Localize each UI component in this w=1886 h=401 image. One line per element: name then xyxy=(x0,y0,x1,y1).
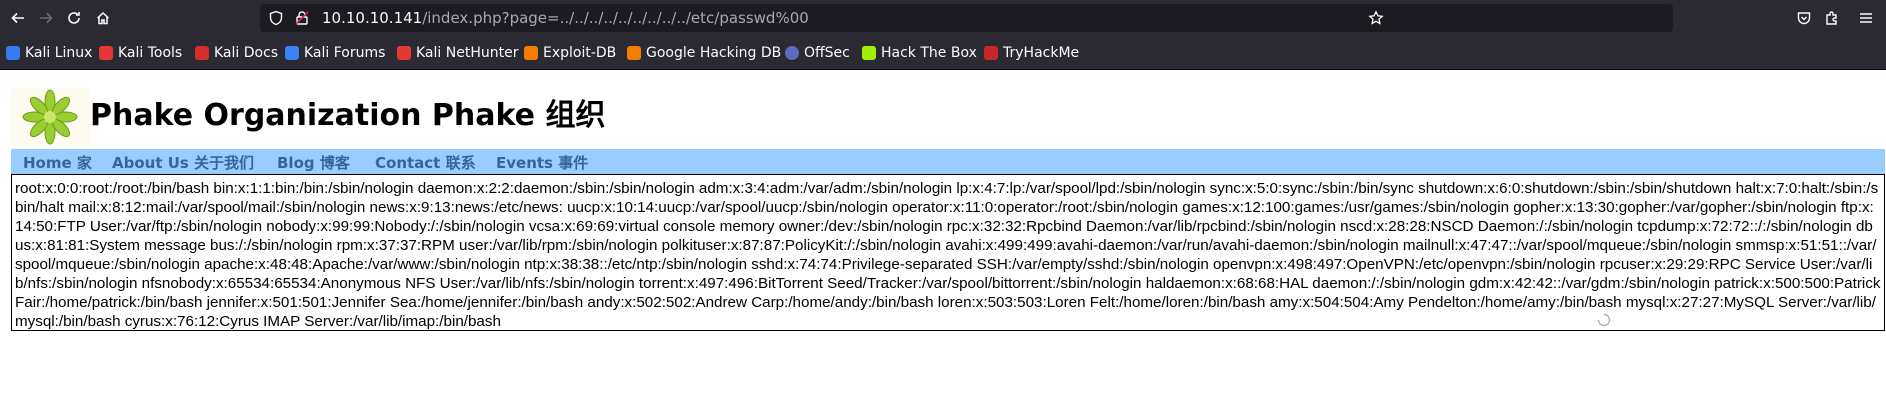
home-icon xyxy=(96,11,110,25)
ghdb-icon xyxy=(627,46,641,60)
bookmark-label: Kali NetHunter xyxy=(416,45,519,61)
nav-about-us[interactable]: About Us 关于我们 xyxy=(112,152,254,173)
arrow-left-icon xyxy=(11,12,24,24)
tryhackme-icon xyxy=(984,46,998,60)
bookmark-label: Hack The Box xyxy=(881,45,977,61)
bookmark-label: Kali Tools xyxy=(118,45,183,61)
bookmark-star-icon[interactable] xyxy=(1368,10,1384,26)
kali-forums-icon xyxy=(285,46,299,60)
bookmarks-toolbar: Kali Linux Kali Tools Kali Docs Kali For… xyxy=(0,36,1886,70)
arrow-right-icon xyxy=(40,12,53,24)
bookmark-label: TryHackMe xyxy=(1003,45,1080,61)
extensions-button[interactable] xyxy=(1818,4,1846,32)
kali-docs-icon xyxy=(195,46,209,60)
reload-icon xyxy=(68,12,80,24)
kali-tools-icon xyxy=(99,46,113,60)
htb-icon xyxy=(862,46,876,60)
pocket-icon xyxy=(1797,12,1811,25)
bookmark-kali-nethunter[interactable]: Kali NetHunter xyxy=(397,44,518,62)
bookmark-label: Kali Linux xyxy=(25,45,93,61)
home-button[interactable] xyxy=(89,4,117,32)
url-path: /index.php?page=../../../../../../../../… xyxy=(422,9,809,27)
exploit-db-icon xyxy=(524,46,538,60)
page-title: Phake Organization Phake 组织 xyxy=(90,98,606,133)
puzzle-icon xyxy=(1826,11,1837,25)
bookmark-label: Kali Docs xyxy=(214,45,279,61)
bookmark-kali-tools[interactable]: Kali Tools xyxy=(99,44,182,62)
bookmark-google-hacking-db[interactable]: Google Hacking DB xyxy=(627,44,781,62)
hamburger-menu-icon xyxy=(1860,13,1872,23)
nav-home[interactable]: Home 家 xyxy=(23,152,92,173)
offsec-icon xyxy=(785,46,799,60)
bookmark-label: Exploit-DB xyxy=(543,45,617,61)
menu-button[interactable] xyxy=(1852,4,1880,32)
bookmark-label: Kali Forums xyxy=(304,45,386,61)
passwd-file-contents: root:x:0:0:root:/root:/bin/bash bin:x:1:… xyxy=(15,180,1881,330)
page-info-icon[interactable] xyxy=(294,10,310,26)
bookmark-tryhackme[interactable]: TryHackMe xyxy=(984,44,1079,62)
nav-blog[interactable]: Blog 博客 xyxy=(277,152,350,173)
site-navbar: Home 家 About Us 关于我们 Blog 博客 Contact 联系 … xyxy=(11,149,1885,175)
url-text[interactable]: 10.10.10.141/index.php?page=../../../../… xyxy=(322,9,809,27)
page-viewport: Phake Organization Phake 组织 Home 家 About… xyxy=(0,70,1886,401)
bookmark-label: OffSec xyxy=(804,45,850,61)
url-host: 10.10.10.141 xyxy=(322,9,423,27)
bookmark-kali-linux[interactable]: Kali Linux xyxy=(6,44,92,62)
bookmark-kali-docs[interactable]: Kali Docs xyxy=(195,44,278,62)
reload-button[interactable] xyxy=(60,4,88,32)
shield-icon[interactable] xyxy=(268,10,284,26)
bookmark-offsec[interactable]: OffSec xyxy=(785,44,850,62)
flower-logo-icon xyxy=(22,89,78,145)
loading-spinner-icon xyxy=(1597,313,1611,327)
bookmark-exploit-db[interactable]: Exploit-DB xyxy=(524,44,616,62)
bookmark-kali-forums[interactable]: Kali Forums xyxy=(285,44,385,62)
nethunter-icon xyxy=(397,46,411,60)
nav-contact[interactable]: Contact 联系 xyxy=(375,152,476,173)
nav-events[interactable]: Events 事件 xyxy=(496,152,588,173)
page-content-box: root:x:0:0:root:/root:/bin/bash bin:x:1:… xyxy=(11,174,1885,331)
back-button[interactable] xyxy=(4,4,32,32)
bookmark-hack-the-box[interactable]: Hack The Box xyxy=(862,44,977,62)
pocket-button[interactable] xyxy=(1790,4,1818,32)
kali-dragon-icon xyxy=(6,46,20,60)
browser-toolbar: 10.10.10.141/index.php?page=../../../../… xyxy=(0,0,1886,36)
site-logo xyxy=(11,88,89,146)
bookmark-label: Google Hacking DB xyxy=(646,45,782,61)
forward-button[interactable] xyxy=(32,4,60,32)
url-bar[interactable]: 10.10.10.141/index.php?page=../../../../… xyxy=(260,4,1673,32)
